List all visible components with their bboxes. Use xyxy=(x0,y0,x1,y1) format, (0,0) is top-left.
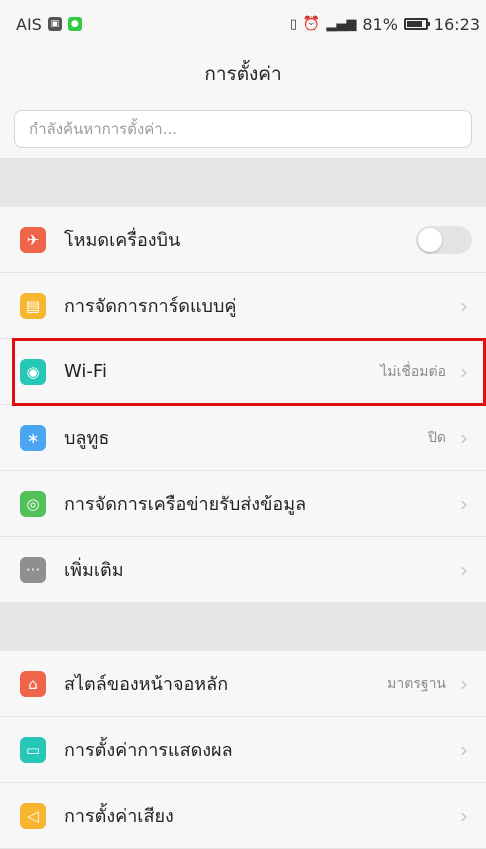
page-title: การตั้งค่า xyxy=(204,63,282,85)
settings-row-airplane[interactable]: ✈ โหมดเครื่องบิน xyxy=(0,207,486,273)
title-bar: การตั้งค่า xyxy=(0,48,486,100)
sim-card-icon: ▤ xyxy=(20,292,46,319)
settings-row-value: ปิด xyxy=(428,429,446,446)
clock: 16:23 xyxy=(433,14,480,34)
settings-row-display[interactable]: ▭ การตั้งค่าการแสดงผล › xyxy=(0,717,486,783)
settings-row-label: เพิ่มเติม xyxy=(64,560,124,581)
chevron-right-icon: › xyxy=(460,803,468,828)
home-icon: ⌂ xyxy=(20,670,46,697)
airplane-mode-toggle[interactable] xyxy=(416,225,472,254)
settings-row-mobile-network[interactable]: ◎ การจัดการเครือข่ายรับส่งข้อมูล › xyxy=(0,471,486,537)
settings-row-more[interactable]: ··· เพิ่มเติม › xyxy=(0,537,486,603)
chevron-right-icon: › xyxy=(460,557,468,582)
gallery-notification-icon: ▣ xyxy=(47,17,62,31)
chevron-right-icon: › xyxy=(460,671,468,696)
settings-row-dual-sim[interactable]: ▤ การจัดการการ์ดแบบคู่ › xyxy=(0,273,486,339)
more-icon: ··· xyxy=(20,556,46,583)
status-left: AIS ▣ ● xyxy=(16,15,82,34)
wifi-icon: ◉ xyxy=(20,358,46,385)
sound-icon: ◁ xyxy=(20,802,46,829)
settings-group-display: ⌂ สไตล์ของหน้าจอหลัก มาตรฐาน › ▭ การตั้งค่ากา… xyxy=(0,651,486,849)
settings-row-label: บลูทูธ xyxy=(64,428,110,449)
search-input[interactable]: กำลังค้นหาการตั้งค่า... xyxy=(14,110,472,148)
settings-row-home-style[interactable]: ⌂ สไตล์ของหน้าจอหลัก มาตรฐาน › xyxy=(0,651,486,717)
chevron-right-icon: › xyxy=(460,491,468,516)
chevron-right-icon: › xyxy=(460,425,468,450)
settings-row-label: Wi-Fi xyxy=(64,361,107,382)
alarm-icon: ⏰ xyxy=(302,16,321,32)
signal-icon: ▂▄▆ xyxy=(326,16,357,32)
settings-row-bluetooth[interactable]: ∗ บลูทูธ ปิด › xyxy=(0,405,486,471)
settings-row-label: การตั้งค่าเสียง xyxy=(64,806,174,827)
settings-row-label: การตั้งค่าการแสดงผล xyxy=(64,740,233,761)
battery-percent: 81% xyxy=(362,14,398,34)
status-right: ▯ ⏰ ▂▄▆ 81% 16:23 xyxy=(290,15,480,34)
settings-row-value: ไม่เชื่อมต่อ xyxy=(380,363,446,380)
section-divider xyxy=(0,603,486,651)
display-icon: ▭ xyxy=(20,736,46,763)
settings-group-connectivity: ✈ โหมดเครื่องบิน ▤ การจัดการการ์ดแบบคู่ › ◉ Wi… xyxy=(0,207,486,603)
vibrate-icon: ▯ xyxy=(289,16,297,32)
carrier-label: AIS xyxy=(16,14,42,34)
settings-row-label: การจัดการการ์ดแบบคู่ xyxy=(64,296,237,317)
airplane-icon: ✈ xyxy=(20,226,46,253)
search-placeholder: กำลังค้นหาการตั้งค่า... xyxy=(29,120,178,138)
settings-row-value: มาตรฐาน xyxy=(387,675,446,692)
status-bar: AIS ▣ ● ▯ ⏰ ▂▄▆ 81% 16:23 xyxy=(0,0,486,48)
battery-icon xyxy=(403,18,430,30)
toggle-knob xyxy=(418,227,442,252)
settings-row-sound[interactable]: ◁ การตั้งค่าเสียง › xyxy=(0,783,486,849)
chevron-right-icon: › xyxy=(460,737,468,762)
line-notification-icon: ● xyxy=(67,17,82,31)
section-divider xyxy=(0,159,486,207)
settings-row-wifi[interactable]: ◉ Wi-Fi ไม่เชื่อมต่อ › xyxy=(0,339,486,405)
settings-row-label: สไตล์ของหน้าจอหลัก xyxy=(64,674,229,695)
settings-row-label: การจัดการเครือข่ายรับส่งข้อมูล xyxy=(64,494,307,515)
network-icon: ◎ xyxy=(20,490,46,517)
search-bar: กำลังค้นหาการตั้งค่า... xyxy=(0,100,486,159)
chevron-right-icon: › xyxy=(460,359,468,384)
settings-row-label: โหมดเครื่องบิน xyxy=(64,230,181,251)
chevron-right-icon: › xyxy=(460,293,468,318)
bluetooth-icon: ∗ xyxy=(20,424,46,451)
